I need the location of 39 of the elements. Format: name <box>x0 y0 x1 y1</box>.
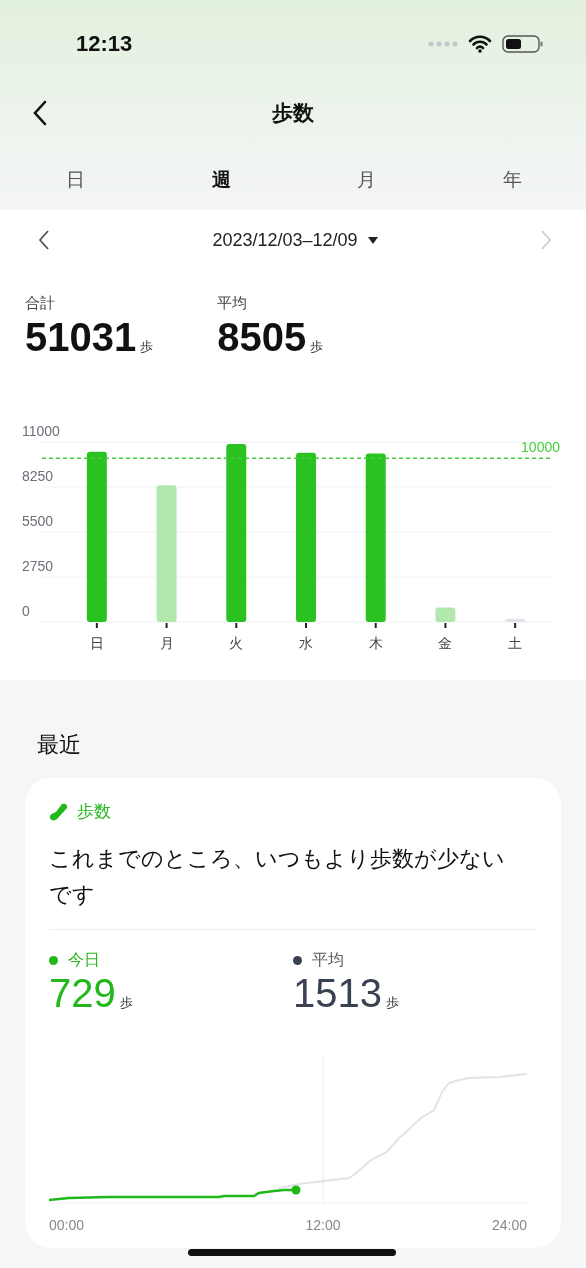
x-axis-label: 土 <box>508 635 523 651</box>
x-axis-label: 火 <box>229 635 244 651</box>
legend-label: 今日 <box>68 950 100 971</box>
y-tick-label: 2750 <box>22 558 54 574</box>
x-axis-label: 日 <box>89 635 104 651</box>
period-tab[interactable]: 日 <box>62 158 89 202</box>
x-axis-label: 水 <box>299 635 313 651</box>
step-summary-card[interactable]: 歩数 これまでのところ、いつもより歩数が少ないです 今日 729 歩 平均 1513 歩 00:00 12:00 24:00 <box>25 778 561 1248</box>
unit-label: 歩 <box>310 338 324 356</box>
stat-label: 平均 <box>217 294 249 313</box>
time-axis-label: 00:00 <box>49 1217 85 1233</box>
section-heading: 最近 <box>37 731 82 759</box>
legend-label: 平均 <box>312 950 344 971</box>
stat-value: 8505 <box>217 315 307 360</box>
page-title: 歩数 <box>272 100 314 127</box>
y-tick-label: 0 <box>22 603 30 619</box>
stat-value: 51031 <box>25 315 137 360</box>
goal-label: 10000 <box>521 439 560 456</box>
stat-label: 合計 <box>25 294 56 313</box>
card-category: 歩数 <box>77 800 111 823</box>
y-tick-label: 5500 <box>22 513 54 529</box>
time-axis-label: 12:00 <box>305 1217 341 1233</box>
card-message: これまでのところ、いつもより歩数が少ないです <box>49 841 537 930</box>
period-tab[interactable]: 月 <box>353 158 381 202</box>
step-count: 1513 <box>293 971 382 1016</box>
step-count: 729 <box>49 971 116 1016</box>
time-axis-label: 24:00 <box>491 1217 527 1233</box>
date-range-selector[interactable]: 2023/12/03–12/09 <box>206 228 384 252</box>
period-tab[interactable]: 週 <box>207 158 235 202</box>
y-tick-label: 8250 <box>22 468 54 484</box>
x-axis-label: 金 <box>438 635 453 651</box>
unit-label: 歩 <box>140 338 154 356</box>
period-tab[interactable]: 年 <box>498 158 526 202</box>
x-axis-label: 月 <box>159 635 174 651</box>
y-tick-label: 11000 <box>22 423 60 439</box>
status-time: 12:13 <box>76 31 133 57</box>
unit-label: 歩 <box>386 994 399 1012</box>
unit-label: 歩 <box>119 994 133 1012</box>
x-axis-label: 木 <box>368 635 383 651</box>
